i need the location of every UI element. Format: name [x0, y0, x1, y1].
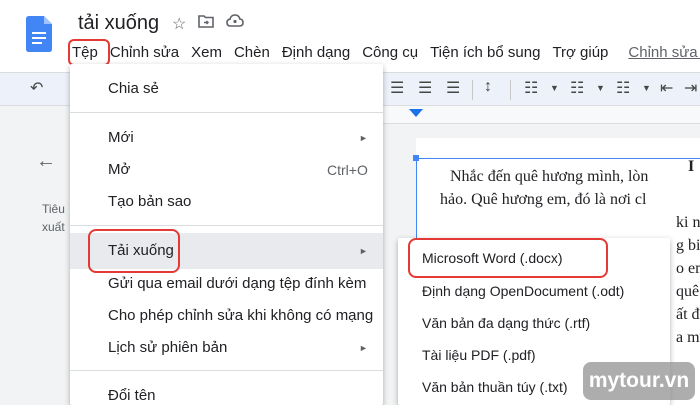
- menu-help[interactable]: Trợ giúp: [546, 42, 614, 64]
- star-icon[interactable]: ☆: [172, 14, 186, 34]
- menu-item-email-attachment[interactable]: Gửi qua email dưới dạng tệp đính kèm: [108, 275, 366, 292]
- menu-tools[interactable]: Công cụ: [356, 42, 424, 64]
- move-to-folder-icon[interactable]: [198, 14, 215, 34]
- chevron-down-icon[interactable]: ▼: [642, 83, 651, 93]
- menu-item-open[interactable]: Mở: [108, 161, 130, 178]
- document-line: Nhắc đến quê hương mình, lòn: [450, 168, 649, 185]
- title-actions: ☆: [172, 14, 245, 34]
- menu-item-make-copy[interactable]: Tạo bản sao: [108, 193, 191, 210]
- docx-highlight: [408, 238, 608, 278]
- file-menu-highlight: [68, 39, 110, 66]
- document-line: ki niệm: [676, 214, 700, 231]
- document-title[interactable]: tải xuống: [78, 12, 159, 35]
- align-right-icon[interactable]: ☰: [418, 78, 432, 98]
- download-option-rtf[interactable]: Văn bản đa dạng thức (.rtf): [422, 315, 590, 331]
- increase-indent-icon[interactable]: ⇥: [684, 78, 697, 98]
- download-option-pdf[interactable]: Tài liệu PDF (.pdf): [422, 347, 536, 363]
- document-line: hảo. Quê hương em, đó là nơi cl: [440, 191, 647, 208]
- decrease-indent-icon[interactable]: ⇤: [660, 78, 673, 98]
- watermark-logo: mytour.vn: [583, 362, 695, 400]
- chevron-down-icon[interactable]: ▼: [550, 83, 559, 93]
- menu-item-share[interactable]: Chia sẻ: [108, 80, 159, 97]
- submenu-arrow-icon: ►: [359, 133, 368, 143]
- align-left-icon[interactable]: ☰: [390, 78, 404, 98]
- outline-line[interactable]: xuất: [42, 218, 65, 236]
- ruler: [380, 106, 700, 124]
- back-arrow-icon[interactable]: ←: [36, 150, 56, 173]
- docs-logo-icon[interactable]: [26, 16, 52, 52]
- menu-item-rename[interactable]: Đổi tên: [108, 387, 156, 404]
- bulleted-list-icon[interactable]: ☷: [570, 78, 584, 98]
- menu-item-version-history[interactable]: Lịch sử phiên bản: [108, 339, 227, 356]
- last-edit-link[interactable]: Chỉnh sửa lầ: [614, 42, 700, 64]
- menu-item-new[interactable]: Mới: [108, 129, 134, 146]
- submenu-arrow-icon: ►: [359, 343, 368, 353]
- align-justify-icon[interactable]: ☰: [446, 78, 460, 98]
- indent-marker-icon[interactable]: [409, 109, 423, 117]
- menu-format[interactable]: Định dạng: [276, 42, 356, 64]
- menu-divider: [70, 112, 383, 113]
- menu-view[interactable]: Xem: [185, 42, 228, 64]
- menu-edit[interactable]: Chỉnh sửa: [104, 42, 185, 64]
- selection-border: [416, 158, 700, 159]
- outline-line[interactable]: Tiêu: [42, 200, 65, 218]
- menu-divider: [70, 225, 383, 226]
- menu-insert[interactable]: Chèn: [228, 42, 276, 64]
- menu-addons[interactable]: Tiện ích bổ sung: [424, 42, 546, 64]
- menu-item-offline[interactable]: Cho phép chỉnh sửa khi không có mạng: [108, 307, 373, 324]
- numbered-list-icon[interactable]: ☷: [616, 78, 630, 98]
- checklist-icon[interactable]: ☷: [524, 78, 538, 98]
- outline-panel: Tiêu xuất: [42, 200, 65, 236]
- chevron-down-icon[interactable]: ▼: [596, 83, 605, 93]
- selection-handle[interactable]: [413, 155, 419, 161]
- toolbar-divider: [472, 80, 473, 100]
- undo-icon[interactable]: ↶: [30, 78, 43, 98]
- menu-bar: Tệp Chỉnh sửa Xem Chèn Định dạng Công cụ…: [66, 42, 700, 64]
- download-highlight: [88, 229, 180, 273]
- download-option-odt[interactable]: Định dạng OpenDocument (.odt): [422, 283, 624, 299]
- shortcut-label: Ctrl+O: [327, 162, 368, 178]
- submenu-arrow-icon: ►: [359, 246, 368, 256]
- download-option-txt[interactable]: Văn bản thuần túy (.txt): [422, 379, 568, 395]
- menu-divider: [70, 370, 383, 371]
- toolbar-divider: [510, 80, 511, 100]
- cloud-status-icon[interactable]: [226, 14, 245, 34]
- line-spacing-icon[interactable]: ↕: [484, 78, 492, 96]
